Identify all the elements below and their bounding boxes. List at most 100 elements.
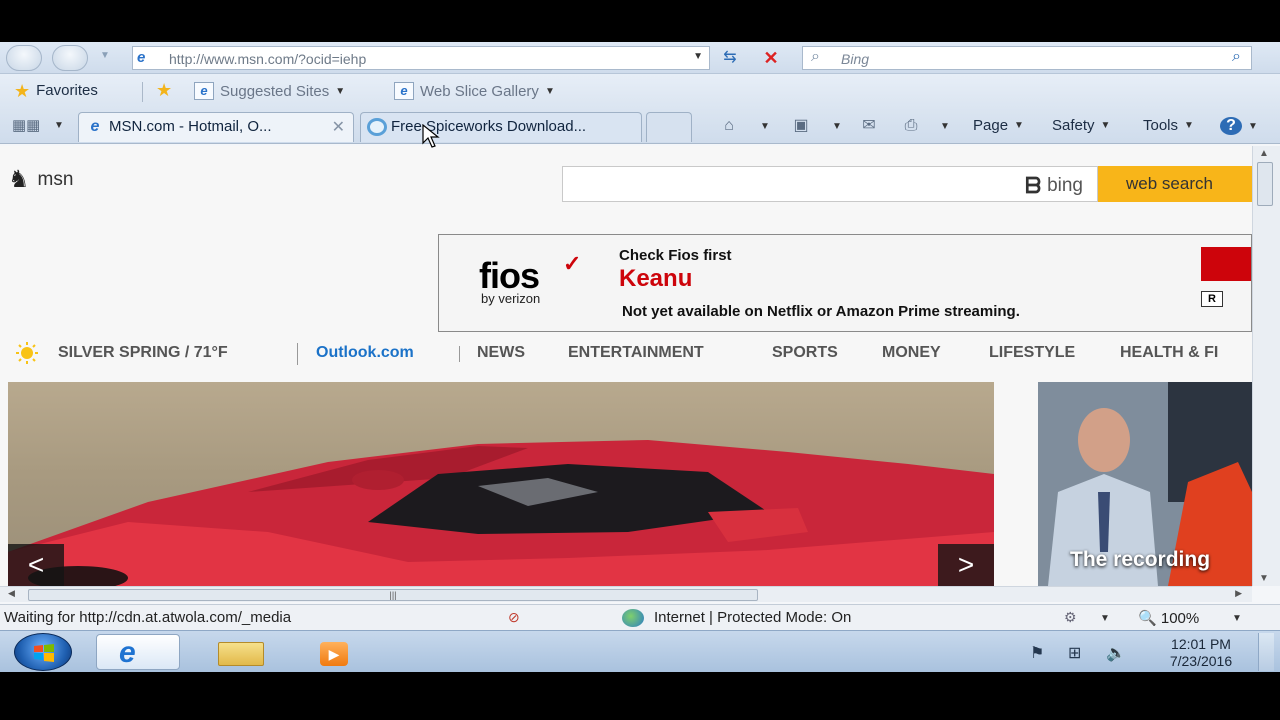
rss-icon: ▣ — [793, 117, 809, 134]
weather-link[interactable]: SILVER SPRING / 71°F — [58, 344, 228, 362]
read-mail-button[interactable]: ✉ — [858, 117, 880, 135]
quick-tabs-icon[interactable]: ▦▦ — [12, 116, 46, 136]
suggested-sites-label: Suggested Sites — [220, 82, 330, 100]
address-box[interactable]: e http://www.msn.com/?ocid=iehp ▼ — [132, 46, 710, 70]
scroll-right-icon[interactable]: ▶ — [1235, 588, 1242, 599]
zone-settings-icon[interactable]: ⚙ — [1064, 609, 1077, 626]
tools-menu[interactable]: Tools ▼ — [1143, 117, 1194, 134]
taskbar-windows-explorer[interactable] — [200, 634, 284, 670]
page-viewport: ♞ msn ᗷ bing web search fios ✓ by verizo… — [0, 146, 1252, 586]
nav-news[interactable]: NEWS — [477, 344, 525, 362]
add-favorite-star-icon: ★ — [156, 80, 173, 100]
side-story-caption: The recording — [1070, 548, 1211, 571]
popup-blocker-icon[interactable]: ⊘ — [508, 609, 528, 627]
nav-money[interactable]: MONEY — [882, 344, 941, 362]
print-button[interactable]: ⎙ ▼ — [900, 117, 950, 135]
tab-list-dropdown-icon[interactable]: ▼ — [54, 120, 64, 131]
back-button[interactable] — [6, 45, 42, 71]
feeds-button[interactable]: ▣ ▼ — [790, 117, 842, 135]
scroll-up-icon[interactable]: ▲ — [1259, 148, 1269, 159]
divider — [297, 343, 298, 365]
chevron-down-icon[interactable]: ▼ — [760, 121, 770, 132]
security-zone-text[interactable]: Internet | Protected Mode: On — [654, 609, 851, 626]
browser-search-placeholder[interactable]: Bing — [841, 51, 869, 67]
msn-butterfly-icon: ♞ — [8, 166, 30, 193]
folder-icon — [218, 642, 264, 666]
network-icon[interactable]: ⊞ — [1068, 643, 1081, 663]
carousel-next-button[interactable]: > — [938, 544, 994, 586]
carousel-prev-button[interactable]: < — [8, 544, 64, 586]
chevron-down-icon: ▼ — [1248, 120, 1258, 132]
suggested-sites-button[interactable]: e Suggested Sites ▼ — [194, 82, 345, 100]
scroll-left-icon[interactable]: ◀ — [8, 588, 15, 599]
nav-entertainment[interactable]: ENTERTAINMENT — [568, 344, 704, 362]
horizontal-scrollbar[interactable]: ◀ ||| ▶ — [0, 586, 1252, 602]
clock-time[interactable]: 12:01 PM — [1158, 636, 1244, 652]
scroll-thumb[interactable] — [1257, 162, 1273, 206]
side-story-card[interactable]: The recording — [1038, 382, 1252, 586]
fios-ad-banner[interactable]: fios ✓ by verizon Check Fios first Keanu… — [438, 234, 1252, 332]
nav-lifestyle[interactable]: LIFESTYLE — [989, 344, 1075, 362]
action-center-flag-icon[interactable]: ⚑ — [1030, 643, 1044, 663]
chevron-down-icon: ▼ — [544, 85, 555, 97]
stop-button[interactable]: ✕ — [755, 48, 787, 68]
address-dropdown-icon[interactable]: ▼ — [693, 51, 703, 62]
help-menu[interactable]: ? ▼ — [1220, 117, 1258, 135]
rating-badge: R — [1201, 291, 1223, 307]
fios-brand-sub: by verizon — [481, 291, 541, 306]
outlook-link[interactable]: Outlook.com — [316, 344, 414, 362]
page-menu[interactable]: Page ▼ — [973, 117, 1024, 134]
favorites-bar: ★ Favorites ★ e Suggested Sites ▼ e Web … — [0, 74, 1280, 108]
address-url[interactable]: http://www.msn.com/?ocid=iehp — [169, 51, 366, 67]
favorites-button[interactable]: ★ Favorites — [14, 82, 98, 100]
chevron-down-icon[interactable]: ▼ — [1232, 613, 1242, 624]
chevron-down-icon[interactable]: ▼ — [1100, 613, 1110, 624]
ie-icon: e — [119, 636, 136, 669]
msn-logo[interactable]: ♞ msn — [8, 168, 73, 192]
search-icon[interactable]: ⌕ — [1232, 48, 1241, 66]
nav-sports[interactable]: SPORTS — [772, 344, 838, 362]
status-bar: Waiting for http://cdn.at.atwola.com/_me… — [0, 604, 1280, 630]
ie-page-icon: e — [194, 82, 214, 100]
help-icon: ? — [1220, 117, 1242, 135]
page-menu-label: Page — [973, 117, 1009, 134]
safety-menu-label: Safety — [1052, 117, 1095, 134]
web-slice-gallery-button[interactable]: e Web Slice Gallery ▼ — [394, 82, 555, 100]
browser-search-box[interactable]: ⌕ Bing ⌕ — [802, 46, 1252, 70]
safety-menu[interactable]: Safety ▼ — [1052, 117, 1110, 134]
tab-msn[interactable]: e MSN.com - Hotmail, O... ✕ — [78, 112, 354, 142]
zoom-level[interactable]: 🔍 100% — [1138, 609, 1199, 627]
scroll-down-icon[interactable]: ▼ — [1259, 573, 1269, 584]
chevron-down-icon[interactable]: ▼ — [940, 121, 950, 132]
nav-health[interactable]: HEALTH & FI — [1120, 344, 1218, 362]
vertical-scrollbar[interactable]: ▲ ▼ — [1252, 146, 1280, 586]
taskbar-media-player[interactable]: ▶ — [300, 634, 384, 670]
volume-icon[interactable]: 🔈 — [1106, 643, 1126, 663]
clock-date[interactable]: 7/23/2016 — [1156, 653, 1246, 669]
tools-menu-label: Tools — [1143, 117, 1179, 134]
new-tab-button[interactable] — [646, 112, 692, 142]
chevron-down-icon[interactable]: ▼ — [832, 121, 842, 132]
refresh-button[interactable]: ⇆ — [714, 48, 746, 68]
favorites-divider — [142, 82, 143, 102]
bing-icon: ᗷ — [1025, 173, 1042, 198]
msn-search-input[interactable]: ᗷ bing — [562, 166, 1098, 202]
taskbar-internet-explorer[interactable]: e — [96, 634, 180, 670]
chevron-down-icon: ▼ — [1100, 120, 1111, 131]
recent-pages-dropdown-icon[interactable]: ▼ — [100, 50, 110, 61]
chevron-down-icon: ▼ — [1184, 120, 1194, 131]
web-search-button[interactable]: web search — [1098, 166, 1252, 202]
hero-carousel[interactable]: < > — [8, 382, 994, 586]
ad-note: Not yet available on Netflix or Amazon P… — [622, 303, 1020, 320]
scroll-thumb[interactable]: ||| — [28, 589, 758, 601]
home-button[interactable]: ⌂ ▼ — [718, 117, 770, 135]
add-to-favorites-bar-button[interactable]: ★ — [156, 80, 173, 100]
ad-cta-block[interactable] — [1201, 247, 1251, 281]
show-desktop-button[interactable] — [1258, 633, 1274, 671]
ie-page-icon: e — [137, 49, 146, 66]
forward-button[interactable] — [52, 45, 88, 71]
close-tab-icon[interactable]: ✕ — [332, 117, 345, 137]
tab-spiceworks[interactable]: Free Spiceworks Download... — [360, 112, 642, 142]
start-button[interactable] — [14, 633, 72, 671]
home-icon: ⌂ — [724, 117, 734, 134]
